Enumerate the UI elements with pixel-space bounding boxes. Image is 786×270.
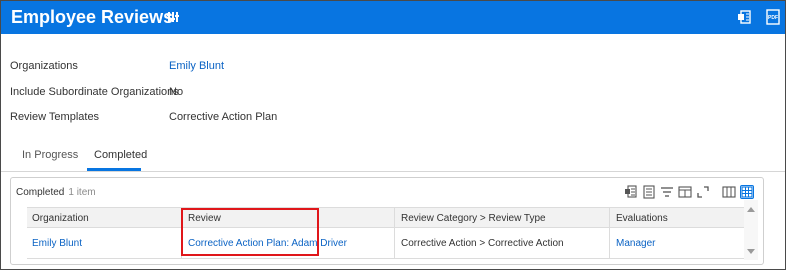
column-header-review-category-type[interactable]: Review Category > Review Type xyxy=(401,213,546,225)
filter-icon[interactable] xyxy=(660,185,674,199)
column-header-organization[interactable]: Organization xyxy=(32,213,89,225)
employee-reviews-report: Employee Reviews PDF Organizations Emily… xyxy=(0,0,786,270)
pdf-icon-label: PDF xyxy=(768,15,778,21)
param-value-review-templates: Corrective Action Plan xyxy=(169,111,278,123)
table-view-icon[interactable] xyxy=(722,185,736,199)
cell-organization-link[interactable]: Emily Blunt xyxy=(32,238,82,250)
export-pdf-icon[interactable]: PDF xyxy=(765,9,781,25)
column-divider xyxy=(609,207,610,259)
grid-title-text: Completed xyxy=(16,187,65,198)
param-label-organizations: Organizations xyxy=(10,60,78,72)
fullscreen-icon[interactable] xyxy=(696,185,710,199)
scroll-down-icon[interactable] xyxy=(747,249,755,254)
param-label-review-templates: Review Templates xyxy=(10,111,100,123)
cell-review-category-type: Corrective Action > Corrective Action xyxy=(401,238,564,249)
tabs-divider xyxy=(1,171,785,172)
page-title: Employee Reviews xyxy=(11,7,174,27)
columns-icon[interactable] xyxy=(678,185,692,199)
export-pdf-icon[interactable] xyxy=(642,185,656,199)
table-row-divider xyxy=(27,258,744,259)
grid-view-icon[interactable] xyxy=(740,185,754,199)
item-count: 1 item xyxy=(68,187,96,198)
column-divider xyxy=(394,207,395,259)
tab-in-progress[interactable]: In Progress xyxy=(22,148,78,162)
page-header: Employee Reviews PDF xyxy=(1,1,785,34)
param-label-include-subordinate: Include Subordinate Organizations xyxy=(10,86,179,98)
tab-completed[interactable]: Completed xyxy=(94,148,147,162)
param-value-include-subordinate: No xyxy=(169,86,184,98)
param-value-organizations-link[interactable]: Emily Blunt xyxy=(169,59,224,73)
column-header-evaluations[interactable]: Evaluations xyxy=(616,213,668,225)
grid-title: Completed 1 item xyxy=(16,186,96,199)
review-column-highlight-box xyxy=(181,208,319,256)
scroll-up-icon[interactable] xyxy=(747,207,755,212)
related-actions-icon[interactable] xyxy=(165,9,181,25)
cell-evaluations-link[interactable]: Manager xyxy=(616,238,655,250)
export-excel-icon[interactable] xyxy=(624,185,638,199)
export-excel-icon[interactable] xyxy=(737,9,753,25)
